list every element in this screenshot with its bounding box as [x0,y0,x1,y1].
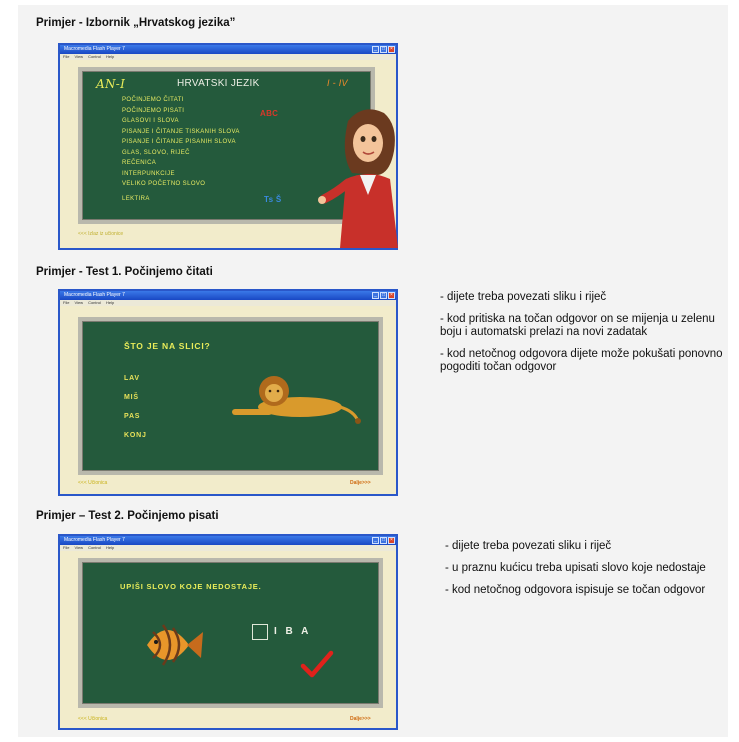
description-line: - kod pritiska na točan odgovor on se mi… [440,313,715,338]
window-titlebar: Macromedia Flash Player 7 _ □ × [60,45,396,54]
menu-file[interactable]: File [63,300,69,306]
section-heading-test2: Primjer – Test 2. Počinjemo pisati [36,510,219,522]
next-link[interactable]: Dalje>>> [350,716,371,722]
answer-mis[interactable]: MIŠ [124,388,147,407]
menu-control[interactable]: Control [88,54,101,60]
menu-item-lektira[interactable]: LEKTIRA [122,194,322,205]
back-to-classroom-link[interactable]: <<< Učionica [78,716,107,722]
checkmark-icon [300,650,334,678]
menu-view[interactable]: View [74,300,83,306]
description-line: - kod netočnog odgovora dijete može poku… [440,348,723,373]
maximize-icon[interactable]: □ [380,292,387,299]
window-menubar: File View Control Help [60,545,396,551]
window-titlebar: Macromedia Flash Player 7 _ □ × [60,291,396,300]
description-line: - dijete treba povezati sliku i riječ [445,540,612,552]
minimize-icon[interactable]: _ [372,292,379,299]
window-title: Macromedia Flash Player 7 [64,46,125,52]
menu-help[interactable]: Help [106,54,114,60]
minimize-icon[interactable]: _ [372,46,379,53]
next-link[interactable]: Dalje>>> [350,480,371,486]
menu-item-glasovi-i-slova[interactable]: GLASOVI I SLOVA [122,116,322,127]
subject-menu-list: POČINJEMO ČITATI POČINJEMO PISATI GLASOV… [122,95,322,204]
back-to-classroom-link[interactable]: <<< Učionica [78,480,107,486]
answer-lav[interactable]: LAV [124,369,147,388]
chalkboard-test2: UPIŠI SLOVO KOJE NEDOSTAJE. I B A [78,558,383,708]
menu-item-pocinjemo-citati[interactable]: POČINJEMO ČITATI [122,95,322,106]
minimize-icon[interactable]: _ [372,537,379,544]
flash-window-menu: Macromedia Flash Player 7 _ □ × File Vie… [58,43,398,250]
fish-picture [147,624,203,666]
window-title: Macromedia Flash Player 7 [64,292,125,298]
close-icon[interactable]: × [388,46,395,53]
menu-item-pisana-slova[interactable]: PISANJE I ČITANJE PISANIH SLOVA [122,137,322,148]
answer-konj[interactable]: KONJ [124,426,147,445]
window-menubar: File View Control Help [60,54,396,60]
menu-item-recenica[interactable]: REČENICA [122,158,322,169]
teacher-character-illustration [318,109,398,248]
question-text: ŠTO JE NA SLICI? [124,341,211,351]
menu-item-veliko-slovo[interactable]: VELIKO POČETNO SLOVO [122,179,322,190]
menu-view[interactable]: View [74,54,83,60]
menu-item-tiskana-slova[interactable]: PISANJE I ČITANJE TISKANIH SLOVA [122,127,322,138]
grade-label-right: I - IV [327,78,348,88]
document-page: Primjer - Izbornik „Hrvatskog jezika” Ma… [18,5,728,737]
description-line: - dijete treba povezati sliku i riječ [440,291,607,303]
test1-description: - dijete treba povezati sliku i riječ - … [440,291,725,383]
flash-window-test1: Macromedia Flash Player 7 _ □ × File Vie… [58,289,398,496]
menu-control[interactable]: Control [88,300,101,306]
description-line: - kod netočnog odgovora ispisuje se toča… [445,584,706,596]
menu-file[interactable]: File [63,54,69,60]
window-title: Macromedia Flash Player 7 [64,537,125,543]
empty-letter-box[interactable] [252,624,268,640]
menu-item-glas-slovo-rijec[interactable]: GLAS, SLOVO, RIJEČ [122,148,322,159]
window-titlebar: Macromedia Flash Player 7 _ □ × [60,536,396,545]
board-title: HRVATSKI JEZIK [177,78,260,89]
grade-label-left: AN-I [96,77,126,91]
red-chalk-mark: ABC [260,109,279,118]
menu-help[interactable]: Help [106,300,114,306]
maximize-icon[interactable]: □ [380,537,387,544]
question-text: UPIŠI SLOVO KOJE NEDOSTAJE. [120,582,262,591]
menu-view[interactable]: View [74,545,83,551]
word-letters: I B A [274,626,312,637]
menu-file[interactable]: File [63,545,69,551]
close-icon[interactable]: × [388,292,395,299]
answer-list: LAV MIŠ PAS KONJ [124,369,147,445]
test2-description: - dijete treba povezati sliku i riječ - … [445,540,730,606]
menu-help[interactable]: Help [106,545,114,551]
section-heading-test1: Primjer - Test 1. Počinjemo čitati [36,266,213,278]
flash-window-test2: Macromedia Flash Player 7 _ □ × File Vie… [58,534,398,730]
section-heading-menu: Primjer - Izbornik „Hrvatskog jezika” [36,17,236,29]
menu-item-pocinjemo-pisati[interactable]: POČINJEMO PISATI [122,106,322,117]
maximize-icon[interactable]: □ [380,46,387,53]
menu-item-interpunkcije[interactable]: INTERPUNKCIJE [122,169,322,180]
exit-classroom-link[interactable]: <<< Izlaz iz učionice [78,231,123,237]
menu-control[interactable]: Control [88,545,101,551]
description-line: - u praznu kućicu treba upisati slovo ko… [445,562,706,574]
close-icon[interactable]: × [388,537,395,544]
blue-chalk-mark: Ts Š [264,195,282,204]
window-menubar: File View Control Help [60,300,396,306]
lion-picture [232,376,361,424]
chalkboard-test1: ŠTO JE NA SLICI? LAV MIŠ PAS KONJ [78,317,383,475]
answer-pas[interactable]: PAS [124,407,147,426]
